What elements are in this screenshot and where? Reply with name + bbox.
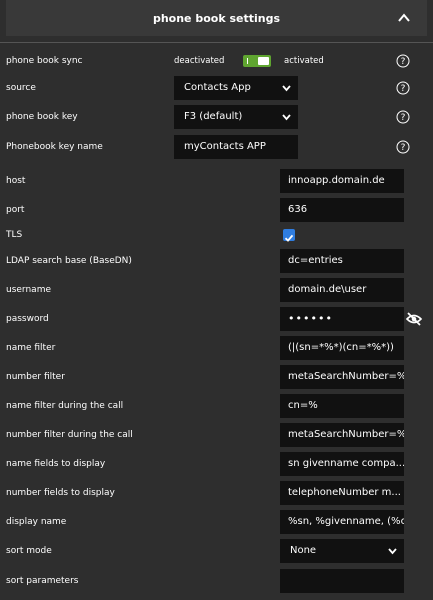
tls-label: TLS xyxy=(6,230,23,240)
row-display-name: display name %sn, %givenname, (%c... xyxy=(0,509,433,535)
phonebook-key-name-label: Phonebook key name xyxy=(6,142,103,152)
dropdown-arrow-icon xyxy=(282,114,291,121)
password-input[interactable]: •••••• xyxy=(280,307,404,331)
display-name-label: display name xyxy=(6,517,67,527)
number-filter-label: number filter xyxy=(6,372,65,382)
eye-slash-icon[interactable] xyxy=(405,310,423,328)
help-icon[interactable]: ? xyxy=(396,54,410,68)
row-host: host innoapp.domain.de xyxy=(0,168,433,194)
row-password: password •••••• xyxy=(0,306,433,332)
row-ldap-base: LDAP search base (BaseDN) dc=entries xyxy=(0,248,433,274)
row-source: source Contacts App ? xyxy=(0,75,433,101)
sort-params-label: sort parameters xyxy=(6,576,79,586)
port-input[interactable]: 636 xyxy=(280,198,404,222)
source-value: Contacts App xyxy=(184,82,251,93)
settings-title: phone book settings xyxy=(152,11,281,25)
sort-mode-label: sort mode xyxy=(6,546,52,556)
row-sort-params: sort parameters xyxy=(0,568,433,594)
sort-mode-value: None xyxy=(290,545,317,556)
port-label: port xyxy=(6,205,25,215)
row-name-filter: name filter (|(sn=*%*)(cn=*%*)) xyxy=(0,335,433,361)
row-name-fields: name fields to display sn givenname comp… xyxy=(0,451,433,477)
number-fields-label: number fields to display xyxy=(6,488,115,498)
row-port: port 636 xyxy=(0,197,433,223)
username-label: username xyxy=(6,285,51,295)
name-fields-label: name fields to display xyxy=(6,459,106,469)
sort-params-input[interactable] xyxy=(280,569,404,593)
row-phone-book-key: phone book key F3 (default) ? xyxy=(0,104,433,130)
ldap-base-input[interactable]: dc=entries xyxy=(280,249,404,273)
dropdown-arrow-icon xyxy=(388,548,397,555)
sync-on-label: activated xyxy=(284,56,324,66)
host-label: host xyxy=(6,176,26,186)
checkmark-icon xyxy=(284,234,294,242)
header-divider xyxy=(0,42,433,43)
help-icon[interactable]: ? xyxy=(396,110,410,124)
svg-text:?: ? xyxy=(401,84,406,94)
row-name-filter-call: name filter during the call cn=% xyxy=(0,393,433,419)
name-filter-call-input[interactable]: cn=% xyxy=(280,394,404,418)
username-input[interactable]: domain.de\user xyxy=(280,278,404,302)
phone-book-sync-label: phone book sync xyxy=(6,56,83,66)
row-phone-book-sync: phone book sync deactivated activated ? xyxy=(0,48,433,74)
number-filter-input[interactable]: metaSearchNumber=% xyxy=(280,365,404,389)
name-filter-call-label: name filter during the call xyxy=(6,401,124,411)
row-username: username domain.de\user xyxy=(0,277,433,303)
source-select[interactable]: Contacts App xyxy=(174,76,298,100)
row-phonebook-key-name: Phonebook key name myContacts APP ? xyxy=(0,134,433,160)
phone-book-key-value: F3 (default) xyxy=(184,111,243,122)
toggle-mark xyxy=(247,58,248,64)
number-filter-call-input[interactable]: metaSearchNumber=% xyxy=(280,423,404,447)
svg-text:?: ? xyxy=(401,113,406,123)
sort-mode-select[interactable]: None xyxy=(280,539,404,563)
phone-book-key-select[interactable]: F3 (default) xyxy=(174,105,298,129)
dropdown-arrow-icon xyxy=(282,85,291,92)
row-number-fields: number fields to display telephoneNumber… xyxy=(0,480,433,506)
sync-off-label: deactivated xyxy=(174,56,225,66)
toggle-knob xyxy=(258,57,269,65)
host-input[interactable]: innoapp.domain.de xyxy=(280,169,404,193)
number-fields-input[interactable]: telephoneNumber m... xyxy=(280,481,404,505)
name-filter-label: name filter xyxy=(6,343,56,353)
password-label: password xyxy=(6,314,49,324)
number-filter-call-label: number filter during the call xyxy=(6,430,133,440)
row-number-filter: number filter metaSearchNumber=% xyxy=(0,364,433,390)
name-filter-input[interactable]: (|(sn=*%*)(cn=*%*)) xyxy=(280,336,404,360)
svg-text:?: ? xyxy=(401,57,406,67)
name-fields-input[interactable]: sn givenname compa... xyxy=(280,452,404,476)
phone-book-key-label: phone book key xyxy=(6,112,78,122)
ldap-base-label: LDAP search base (BaseDN) xyxy=(6,256,132,266)
settings-header[interactable]: phone book settings xyxy=(6,0,427,36)
svg-text:?: ? xyxy=(401,143,406,153)
row-number-filter-call: number filter during the call metaSearch… xyxy=(0,422,433,448)
help-icon[interactable]: ? xyxy=(396,81,410,95)
row-tls: TLS xyxy=(0,222,433,248)
display-name-input[interactable]: %sn, %givenname, (%c... xyxy=(280,510,404,534)
source-label: source xyxy=(6,83,36,93)
chevron-up-icon[interactable] xyxy=(397,11,411,25)
phonebook-key-name-input[interactable]: myContacts APP xyxy=(174,135,298,159)
tls-checkbox[interactable] xyxy=(283,229,295,242)
help-icon[interactable]: ? xyxy=(396,140,410,154)
phone-book-sync-toggle[interactable] xyxy=(243,55,271,67)
row-sort-mode: sort mode None xyxy=(0,538,433,564)
